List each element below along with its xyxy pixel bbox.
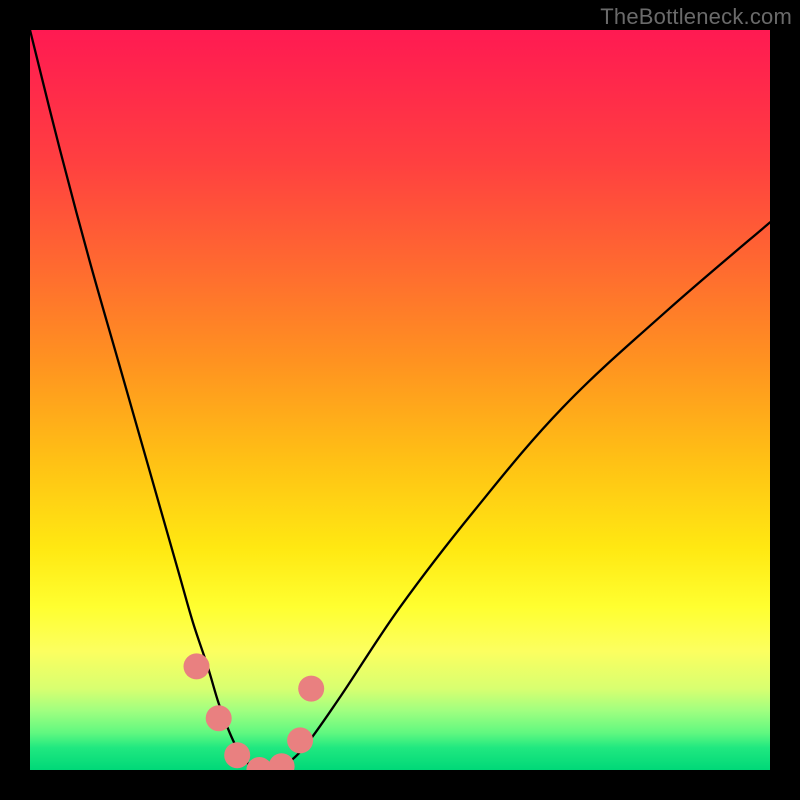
chart-frame: TheBottleneck.com xyxy=(0,0,800,800)
marker-dot xyxy=(224,742,250,768)
marker-dot xyxy=(287,727,313,753)
marker-group xyxy=(184,653,325,770)
chart-svg xyxy=(30,30,770,770)
marker-dot xyxy=(206,705,232,731)
marker-dot xyxy=(269,753,295,770)
plot-area xyxy=(30,30,770,770)
marker-dot xyxy=(246,757,272,770)
marker-dot xyxy=(298,676,324,702)
watermark-text: TheBottleneck.com xyxy=(600,4,792,30)
marker-dot xyxy=(184,653,210,679)
bottleneck-curve xyxy=(30,30,770,770)
